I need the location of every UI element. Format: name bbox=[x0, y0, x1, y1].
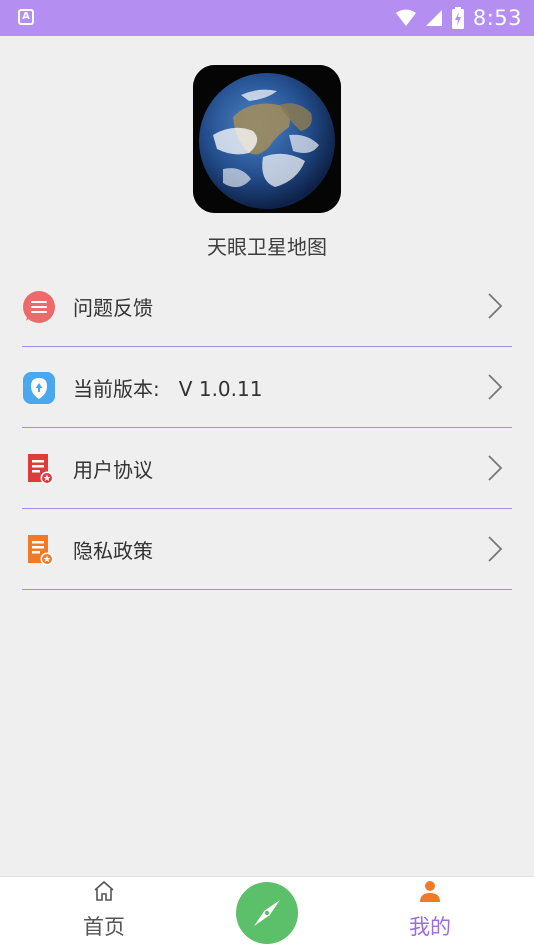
version-label: 当前版本: V 1.0.11 bbox=[73, 377, 263, 401]
tab-mine[interactable]: 我的 bbox=[365, 877, 495, 951]
version-row[interactable]: 当前版本: V 1.0.11 bbox=[22, 347, 512, 428]
settings-menu: 问题反馈 当前版本: V 1.0.11 用户协议 隐私政策 bbox=[22, 266, 512, 590]
chevron-right-icon bbox=[488, 536, 503, 562]
version-icon bbox=[23, 372, 55, 404]
privacy-policy-row[interactable]: 隐私政策 bbox=[22, 509, 512, 590]
chevron-right-icon bbox=[488, 455, 503, 481]
tab-mine-label: 我的 bbox=[409, 915, 451, 939]
status-icons: 8:53 bbox=[395, 0, 522, 36]
feedback-label: 问题反馈 bbox=[73, 296, 153, 320]
status-bar: A 8:53 bbox=[0, 0, 534, 36]
notification-icon: A bbox=[18, 9, 34, 25]
privacy-policy-icon bbox=[28, 535, 54, 566]
user-agreement-label: 用户协议 bbox=[73, 458, 153, 482]
tab-home-label: 首页 bbox=[83, 915, 125, 939]
compass-icon bbox=[254, 900, 280, 926]
chevron-right-icon bbox=[488, 374, 503, 400]
app-title: 天眼卫星地图 bbox=[207, 235, 327, 259]
user-agreement-row[interactable]: 用户协议 bbox=[22, 428, 512, 509]
tab-home[interactable]: 首页 bbox=[39, 877, 169, 951]
battery-icon bbox=[451, 7, 464, 29]
earth-globe-icon bbox=[193, 65, 341, 213]
status-time: 8:53 bbox=[472, 6, 522, 30]
cellular-signal-icon bbox=[425, 10, 442, 26]
person-icon bbox=[420, 881, 440, 902]
feedback-row[interactable]: 问题反馈 bbox=[22, 266, 512, 347]
chevron-right-icon bbox=[488, 293, 503, 319]
wifi-icon bbox=[395, 9, 416, 26]
privacy-policy-label: 隐私政策 bbox=[73, 539, 153, 563]
feedback-icon bbox=[23, 291, 55, 323]
user-agreement-icon bbox=[28, 454, 54, 485]
app-logo bbox=[193, 65, 341, 213]
compass-button[interactable] bbox=[236, 882, 298, 944]
home-icon bbox=[94, 880, 114, 901]
